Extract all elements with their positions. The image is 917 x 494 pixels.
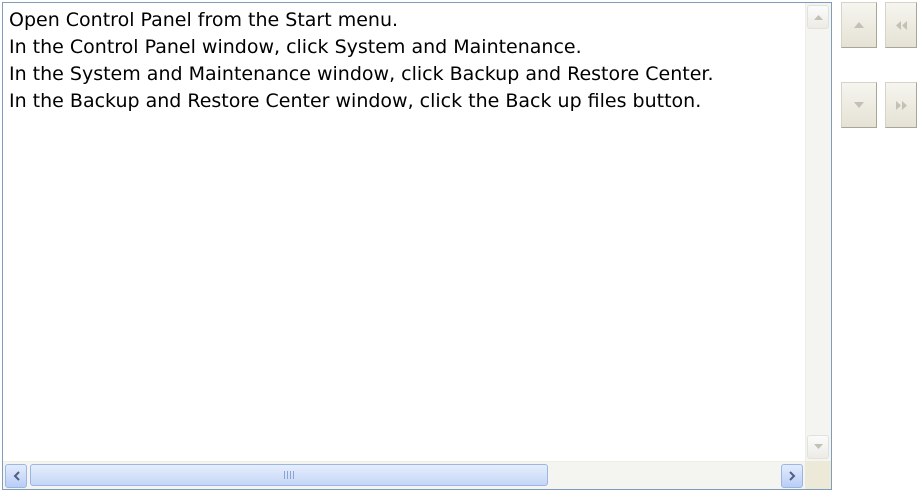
scroll-left-button[interactable]	[5, 464, 27, 488]
scroll-down-button[interactable]	[807, 435, 829, 459]
move-to-bottom-button[interactable]	[885, 82, 917, 128]
scroll-up-button[interactable]	[807, 5, 829, 29]
triangle-left-icon	[13, 471, 20, 481]
scrollbar-corner	[805, 461, 831, 489]
scroll-right-button[interactable]	[781, 464, 803, 488]
triangle-right-icon	[788, 471, 796, 481]
vertical-scrollbar[interactable]	[805, 3, 831, 461]
double-chevron-right-icon	[895, 100, 907, 110]
list-item[interactable]: Open Control Panel from the Start menu.	[9, 7, 805, 34]
listbox-items: Open Control Panel from the Start menu. …	[3, 3, 805, 461]
triangle-down-icon	[854, 102, 864, 108]
double-chevron-left-icon	[895, 20, 907, 30]
triangle-up-icon	[854, 22, 864, 28]
triangle-up-icon	[813, 14, 823, 20]
list-item[interactable]: In the Control Panel window, click Syste…	[9, 34, 805, 61]
list-item[interactable]: In the Backup and Restore Center window,…	[9, 88, 805, 115]
move-down-button[interactable]	[841, 82, 877, 128]
move-to-top-button[interactable]	[885, 2, 917, 48]
list-item[interactable]: In the System and Maintenance window, cl…	[9, 61, 805, 88]
grip-icon	[284, 471, 294, 479]
triangle-down-icon	[813, 444, 823, 450]
horizontal-scroll-thumb[interactable]	[30, 464, 548, 486]
steps-listbox[interactable]: Open Control Panel from the Start menu. …	[2, 2, 832, 490]
horizontal-scrollbar[interactable]	[3, 461, 805, 489]
move-up-button[interactable]	[841, 2, 877, 48]
